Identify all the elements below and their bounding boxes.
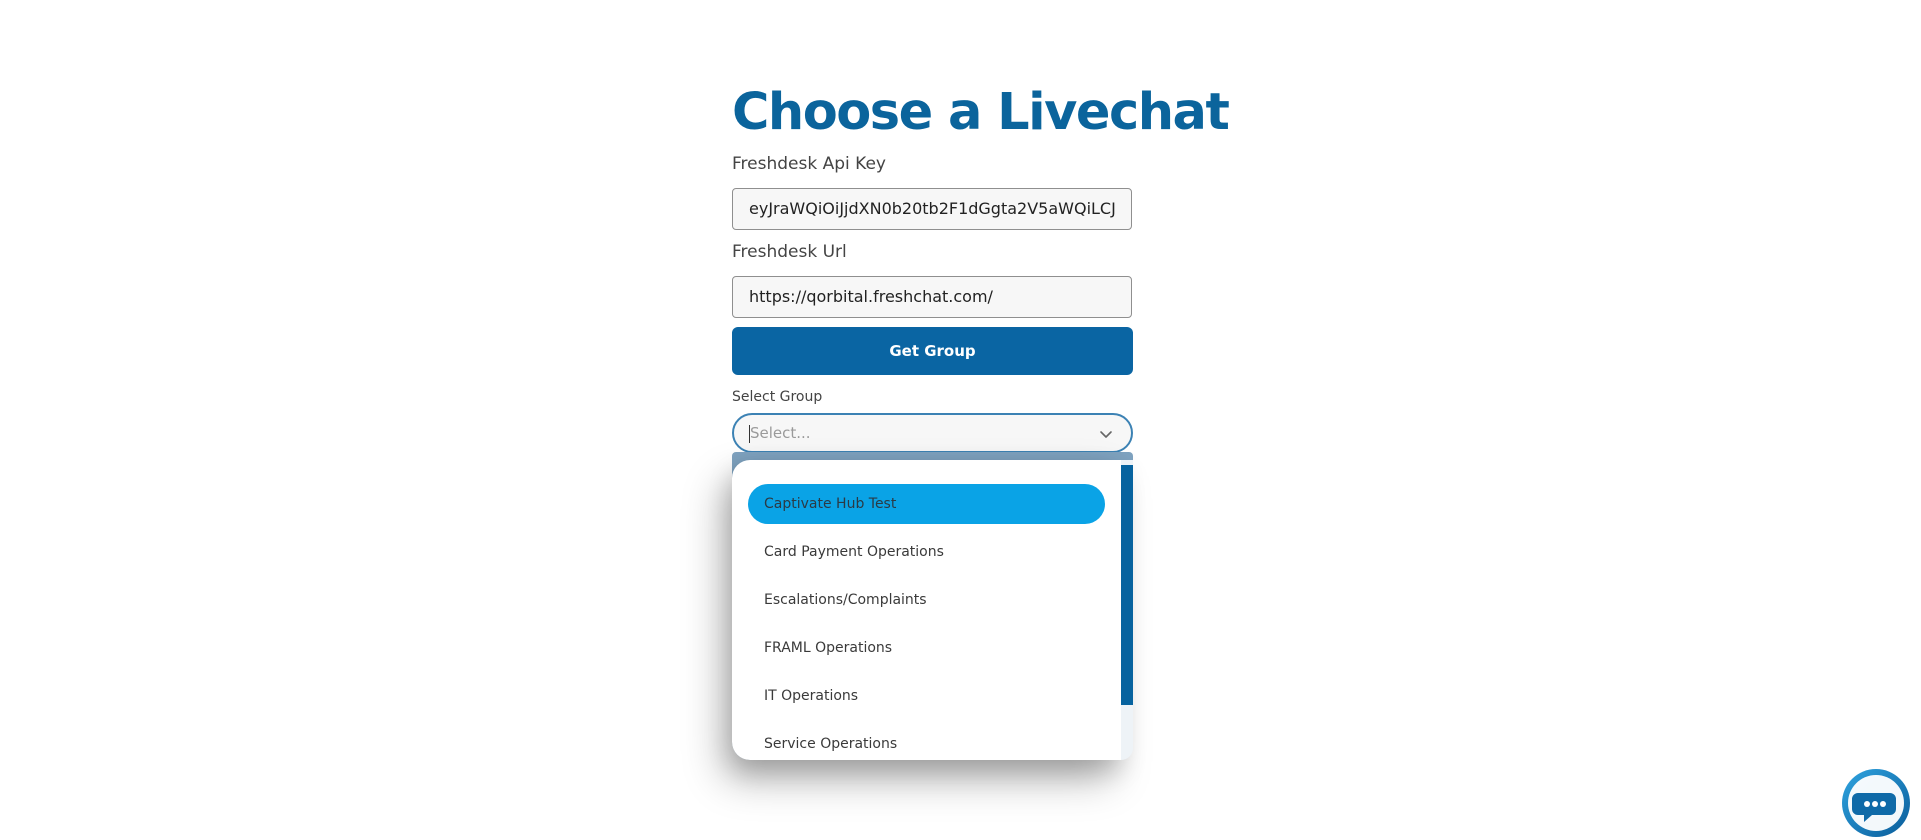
- chat-bubble-icon[interactable]: [1838, 765, 1910, 837]
- api-key-input[interactable]: eyJraWQiOiJjdXN0b20tb2F1dGgta2V5aWQiLCJ: [732, 188, 1132, 230]
- dropdown-option[interactable]: Service Operations: [748, 724, 1105, 760]
- url-label: Freshdesk Url: [732, 242, 847, 262]
- api-key-label: Freshdesk Api Key: [732, 154, 886, 174]
- page-title: Choose a Livechat: [732, 83, 1230, 142]
- dropdown-option[interactable]: Card Payment Operations: [748, 532, 1105, 572]
- dropdown-option[interactable]: FRAML Operations: [748, 628, 1105, 668]
- select-group-label: Select Group: [732, 389, 823, 405]
- dropdown-option[interactable]: Captivate Hub Test: [748, 484, 1105, 524]
- chevron-down-icon[interactable]: [1097, 425, 1115, 443]
- dropdown-scrollbar[interactable]: [1121, 460, 1133, 760]
- select-placeholder: Select...: [750, 424, 811, 442]
- dropdown-option[interactable]: Escalations/Complaints: [748, 580, 1105, 620]
- get-group-button[interactable]: Get Group: [732, 327, 1133, 375]
- group-select[interactable]: Select...: [732, 413, 1133, 453]
- url-input[interactable]: https://qorbital.freshchat.com/: [732, 276, 1132, 318]
- dropdown-option[interactable]: IT Operations: [748, 676, 1105, 716]
- text-caret: [749, 425, 750, 443]
- group-dropdown-menu: Captivate Hub Test Card Payment Operatio…: [732, 460, 1121, 760]
- scrollbar-thumb[interactable]: [1121, 465, 1133, 705]
